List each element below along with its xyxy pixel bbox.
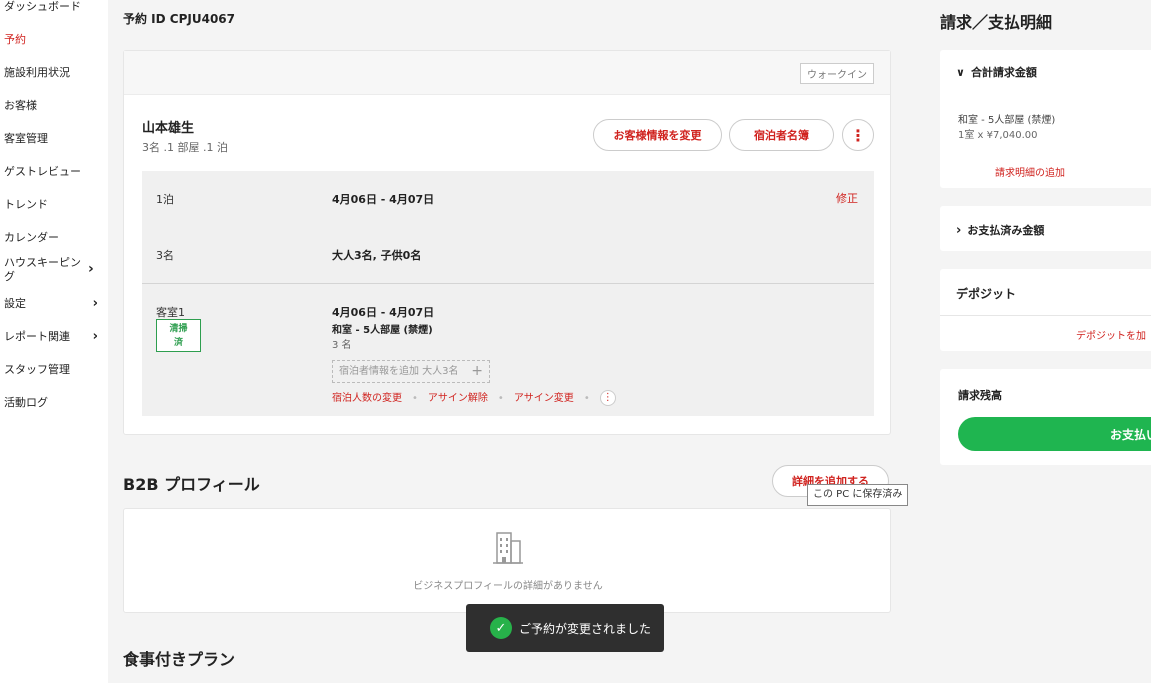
plus-icon: + <box>471 363 483 379</box>
stay-dates: 4月06日 - 4月07日 <box>332 193 435 206</box>
check-icon: ✓ <box>490 617 512 639</box>
sidebar-item-label: スタッフ管理 <box>4 363 70 376</box>
billing-title: 請求／支払明細 <box>940 13 1053 32</box>
paid-amount-card: › お支払済み金額 <box>940 206 1151 251</box>
sidebar-item-customers[interactable]: お客様 <box>4 99 104 113</box>
booking-id: 予約 ID CPJU4067 <box>123 12 235 26</box>
guest-count-label: 3名 <box>156 249 174 262</box>
total-billing-toggle[interactable]: ∨ 合計請求金額 <box>956 64 1037 80</box>
separator-dot: • <box>583 393 590 404</box>
toast-message: ご予約が変更されました <box>519 621 652 636</box>
sidebar-item-label: トレンド <box>4 198 48 211</box>
billing-item-name: 和室 - 5人部屋 (禁煙) <box>958 115 1056 126</box>
building-icon <box>493 532 523 564</box>
sidebar-item-staff[interactable]: スタッフ管理 <box>4 363 104 377</box>
sidebar-item-reports[interactable]: レポート関連 › <box>4 330 104 344</box>
sidebar-item-calendar[interactable]: カレンダー <box>4 231 104 245</box>
sidebar-item-activity-log[interactable]: 活動ログ <box>4 396 104 410</box>
sidebar-item-label: ゲストレビュー <box>4 165 81 178</box>
room-more-icon[interactable]: ⋮ <box>599 390 616 406</box>
sidebar-item-label: レポート関連 <box>4 330 70 343</box>
room-actions: 宿泊人数の変更 • アサイン解除 • アサイン変更 • ⋮ <box>332 389 616 406</box>
stay-details-panel: 1泊 4月06日 - 4月07日 修正 3名 大人3名, 子供0名 客室1 清掃… <box>142 171 874 416</box>
separator-dot: • <box>497 393 504 404</box>
sidebar-item-label: 設定 <box>4 297 26 310</box>
cleaning-status-text: 清掃 済 <box>169 324 188 348</box>
sidebar-item-facility-usage[interactable]: 施設利用状況 <box>4 66 104 80</box>
sidebar-item-dashboard[interactable]: ダッシュボード <box>4 0 104 14</box>
chevron-down-icon: ∨ <box>956 66 965 79</box>
chevron-right-icon: › <box>92 296 98 311</box>
deposit-card: デポジット デポジットを加 <box>940 269 1151 351</box>
total-billing-card: ∨ 合計請求金額 和室 - 5人部屋 (禁煙) 1室 x ¥7,040.00 請求… <box>940 50 1151 188</box>
room-guests: 3 名 <box>332 340 352 351</box>
add-billing-item-link[interactable]: 請求明細の追加 <box>995 164 1065 179</box>
total-billing-label: 合計請求金額 <box>970 66 1037 79</box>
sidebar: ダッシュボード 予約 施設利用状況 お客様 客室管理 ゲストレビュー トレンド … <box>0 0 108 683</box>
deposit-label: デポジット <box>956 287 1017 301</box>
sidebar-item-label: 施設利用状況 <box>4 66 70 79</box>
sidebar-item-label: カレンダー <box>4 231 59 244</box>
meal-plan-section-title: 食事付きプラン <box>123 650 236 669</box>
b2b-empty-message: ビジネスプロフィールの詳細がありません <box>413 581 603 592</box>
guest-count-detail: 大人3名, 子供0名 <box>332 249 422 262</box>
chevron-right-icon: › <box>92 329 98 344</box>
divider <box>940 315 1151 316</box>
booking-card-header: ウォークイン <box>124 51 890 95</box>
room-label: 客室1 <box>156 306 185 319</box>
paid-amount-label: お支払済み金額 <box>967 224 1045 237</box>
guest-summary: 3名 .1 部屋 .1 泊 <box>142 141 228 154</box>
more-options-icon[interactable]: ⋮ <box>842 119 874 151</box>
unassign-link[interactable]: アサイン解除 <box>428 393 488 404</box>
sidebar-item-guest-reviews[interactable]: ゲストレビュー <box>4 165 104 179</box>
autofill-tooltip: この PC に保存済み <box>807 484 909 506</box>
channel-badge: ウォークイン <box>800 63 874 84</box>
sidebar-item-trends[interactable]: トレンド <box>4 198 104 212</box>
balance-card: 請求残高 お支払い <box>940 369 1151 465</box>
sidebar-item-settings[interactable]: 設定 › <box>4 297 104 311</box>
separator-dot: • <box>412 393 418 404</box>
b2b-card: ビジネスプロフィールの詳細がありません <box>123 508 891 613</box>
main-content: 予約 ID CPJU4067 ウォークイン 山本雄生 3名 .1 部屋 .1 泊… <box>108 0 918 683</box>
billing-panel: 請求／支払明細 ∨ 合計請求金額 和室 - 5人部屋 (禁煙) 1室 x ¥7,0… <box>918 0 1151 683</box>
pay-button[interactable]: お支払い <box>958 417 1151 451</box>
sidebar-item-label: ダッシュボード <box>4 0 81 13</box>
nights-label: 1泊 <box>156 193 174 206</box>
chevron-right-icon: › <box>956 223 962 238</box>
edit-guest-button[interactable]: お客様情報を変更 <box>593 119 722 151</box>
sidebar-item-label: お客様 <box>4 99 37 112</box>
room-type: 和室 - 5人部屋 (禁煙) <box>332 325 433 336</box>
add-deposit-link[interactable]: デポジットを加 <box>1076 327 1146 342</box>
paid-amount-toggle[interactable]: › お支払済み金額 <box>956 222 1044 238</box>
booking-card: ウォークイン 山本雄生 3名 .1 部屋 .1 泊 お客様情報を変更 宿泊者名簿… <box>123 50 891 435</box>
b2b-section-title: B2B プロフィール <box>123 475 260 494</box>
sidebar-item-label: 客室管理 <box>4 132 48 145</box>
add-guest-info-label: 宿泊者情報を追加 大人3名 <box>339 366 459 377</box>
chevron-right-icon[interactable]: › <box>88 262 100 276</box>
sidebar-item-label: 活動ログ <box>4 396 48 409</box>
billing-item-price: 1室 x ¥7,040.00 <box>958 130 1038 141</box>
guest-name: 山本雄生 <box>142 121 195 136</box>
balance-label: 請求残高 <box>958 389 1002 402</box>
divider <box>142 283 874 284</box>
add-guest-info-button[interactable]: 宿泊者情報を追加 大人3名 + <box>332 360 490 383</box>
sidebar-item-housekeeping[interactable]: ハウスキーピング <box>4 256 82 284</box>
edit-stay-link[interactable]: 修正 <box>836 190 858 206</box>
cleaning-status-badge: 清掃 済 <box>156 319 201 352</box>
guest-register-button[interactable]: 宿泊者名簿 <box>729 119 834 151</box>
sidebar-item-room-management[interactable]: 客室管理 <box>4 132 104 146</box>
sidebar-item-reservations[interactable]: 予約 <box>4 33 104 47</box>
sidebar-item-label: ハウスキーピング <box>4 256 81 283</box>
success-toast: ✓ ご予約が変更されました <box>466 604 664 652</box>
room-dates: 4月06日 - 4月07日 <box>332 306 435 319</box>
change-assign-link[interactable]: アサイン変更 <box>514 393 574 404</box>
sidebar-item-label: 予約 <box>4 33 26 46</box>
change-guest-count-link[interactable]: 宿泊人数の変更 <box>332 393 402 404</box>
